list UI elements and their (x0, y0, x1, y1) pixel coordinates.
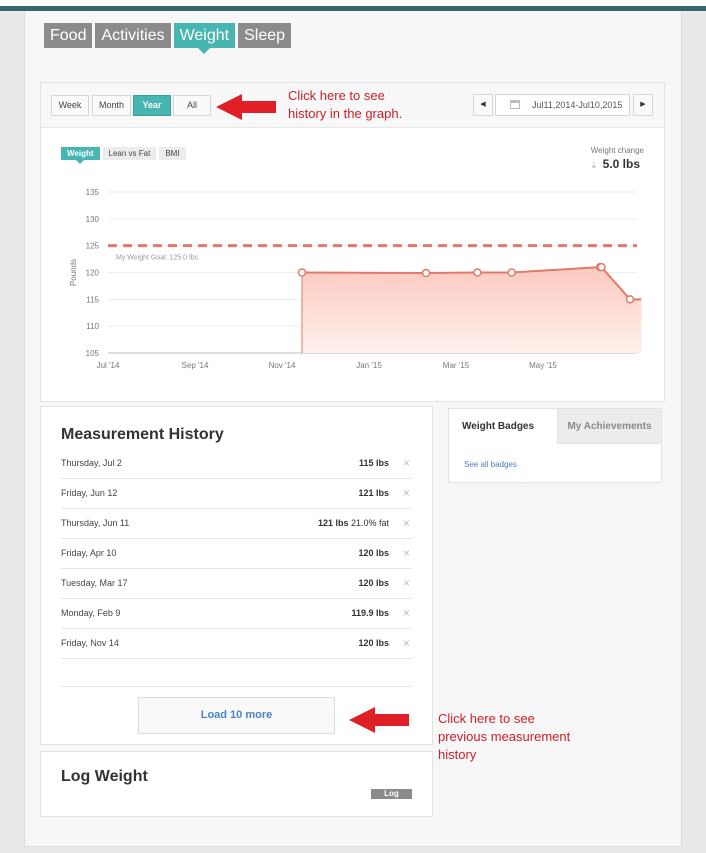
y-tick-label: 115 (86, 295, 99, 304)
triangle-left-icon: ◀ (480, 101, 486, 108)
weight-point (507, 268, 516, 277)
graph-annotation: Click here to see history in the graph. (288, 87, 402, 123)
graph-annotation-line-1: Click here to see (288, 88, 385, 103)
weight-point (597, 262, 606, 272)
y-tick-label: 130 (86, 215, 100, 224)
y-tick-label: 125 (86, 242, 100, 251)
x-tick-label: Sep '14 (182, 361, 209, 370)
history-annotation-line-1: Click here to see (438, 711, 535, 726)
x-tick-label: Mar '15 (443, 361, 470, 370)
weight-chart: 135 130 125 120 115 110 105 Pounds Jul '14 Sep '1… (69, 188, 642, 370)
graph-tab-lean-vs-fat[interactable]: Lean vs Fat (102, 147, 157, 160)
log-button[interactable]: Log (371, 789, 412, 799)
history-divider (61, 686, 412, 687)
history-row: Friday, Apr 10 120 lbs × (61, 539, 412, 569)
weight-point (473, 268, 482, 277)
history-date: Friday, Jun 12 (61, 488, 118, 498)
y-tick-label: 120 (86, 269, 100, 278)
range-all-button[interactable]: All (173, 95, 211, 116)
weight-graph-card: Week Month Year All ◀ Jul11,2014-Jul10,2… (40, 82, 665, 402)
top-bar (0, 0, 706, 11)
weight-point (297, 268, 307, 277)
x-tick-label: Jul '14 (97, 361, 120, 370)
history-annotation: Click here to see previous measurement h… (438, 710, 570, 764)
delete-icon[interactable]: × (403, 569, 410, 597)
goal-label: My Weight Goal: 125.0 lbs (116, 255, 198, 262)
y-axis-label: Pounds (69, 259, 78, 286)
history-row: Monday, Feb 9 119.9 lbs × (61, 599, 412, 629)
delete-icon[interactable]: × (403, 629, 410, 657)
x-tick-label: Nov '14 (269, 361, 296, 370)
measurement-history-card: Measurement History Thursday, Jul 2 115 l… (40, 406, 433, 745)
range-year-button[interactable]: Year (133, 95, 171, 116)
weight-change-value: ⇣ 5.0 lbs (590, 157, 640, 171)
measurement-history-title: Measurement History (61, 426, 224, 443)
calendar-icon (510, 100, 520, 109)
down-arrow-icon: ⇣ (590, 160, 598, 170)
tab-food[interactable]: Food (44, 23, 93, 48)
delete-icon[interactable]: × (403, 539, 410, 567)
graph-tab-bmi[interactable]: BMI (159, 147, 186, 160)
history-value: 120 lbs (358, 548, 389, 558)
x-tick-label: May '15 (529, 361, 557, 370)
date-range-label: Jul11,2014-Jul10,2015 (532, 100, 623, 110)
y-tick-label: 105 (86, 349, 100, 358)
graph-annotation-line-2: history in the graph. (288, 106, 403, 121)
tab-weight-badges[interactable]: Weight Badges (449, 409, 557, 444)
weight-point (625, 295, 635, 304)
history-row: Thursday, Jun 11 121 lbs 21.0% fat × (61, 509, 412, 539)
range-week-button[interactable]: Week (51, 95, 89, 116)
log-weight-card: Log Weight Log (40, 751, 433, 817)
tab-sleep[interactable]: Sleep (238, 23, 292, 48)
y-tick-label: 135 (86, 188, 100, 197)
graph-tab-weight[interactable]: Weight (61, 147, 100, 164)
history-value: 121 lbs (358, 488, 389, 498)
badges-card: Weight Badges My Achievements See all ba… (448, 408, 662, 483)
annotation-arrow-icon (349, 707, 409, 733)
main-tabs: Food Activities Weight Sleep (44, 23, 292, 54)
history-value: 120 lbs (358, 638, 389, 648)
x-tick-label: Jan '15 (356, 361, 382, 370)
date-range-picker[interactable]: Jul11,2014-Jul10,2015 (495, 94, 630, 116)
history-date: Friday, Nov 14 (61, 638, 119, 648)
load-more-button[interactable]: Load 10 more (138, 697, 335, 734)
annotation-arrow-icon (216, 94, 276, 120)
delete-icon[interactable]: × (403, 509, 410, 537)
history-row: Tuesday, Mar 17 120 lbs × (61, 569, 412, 599)
history-row: Friday, Jun 12 121 lbs × (61, 479, 412, 509)
history-date: Tuesday, Mar 17 (61, 578, 128, 588)
y-tick-label: 110 (86, 322, 99, 331)
weight-point (421, 268, 431, 278)
delete-icon[interactable]: × (403, 479, 410, 507)
see-all-badges-link[interactable]: See all badges (464, 460, 517, 469)
weight-change-label: Weight change (590, 146, 644, 155)
history-date: Thursday, Jun 11 (61, 518, 130, 528)
history-annotation-line-2: previous measurement (438, 729, 571, 744)
graph-type-tabs: Weight Lean vs Fat BMI (61, 147, 186, 164)
weight-area (301, 267, 642, 353)
history-value: 120 lbs (358, 578, 389, 588)
history-annotation-line-3: history (438, 747, 477, 762)
history-date: Monday, Feb 9 (61, 608, 121, 618)
history-value: 119.9 lbs (351, 608, 389, 618)
history-row: Thursday, Jul 2 115 lbs × (61, 449, 412, 479)
delete-icon[interactable]: × (403, 449, 410, 477)
history-date: Thursday, Jul 2 (61, 458, 122, 468)
date-prev-button[interactable]: ◀ (473, 94, 493, 116)
date-next-button[interactable]: ▶ (633, 94, 653, 116)
history-value: 121 lbs 21.0% fat (317, 518, 389, 528)
tab-weight[interactable]: Weight (173, 23, 236, 54)
history-row: Friday, Nov 14 120 lbs × (61, 629, 412, 659)
history-value: 115 lbs (358, 458, 389, 468)
tab-my-achievements[interactable]: My Achievements (557, 409, 661, 444)
log-weight-title: Log Weight (61, 768, 148, 785)
delete-icon[interactable]: × (403, 599, 410, 627)
tab-activities[interactable]: Activities (95, 23, 171, 48)
range-month-button[interactable]: Month (92, 95, 131, 116)
history-date: Friday, Apr 10 (61, 548, 117, 558)
triangle-right-icon: ▶ (640, 101, 646, 108)
